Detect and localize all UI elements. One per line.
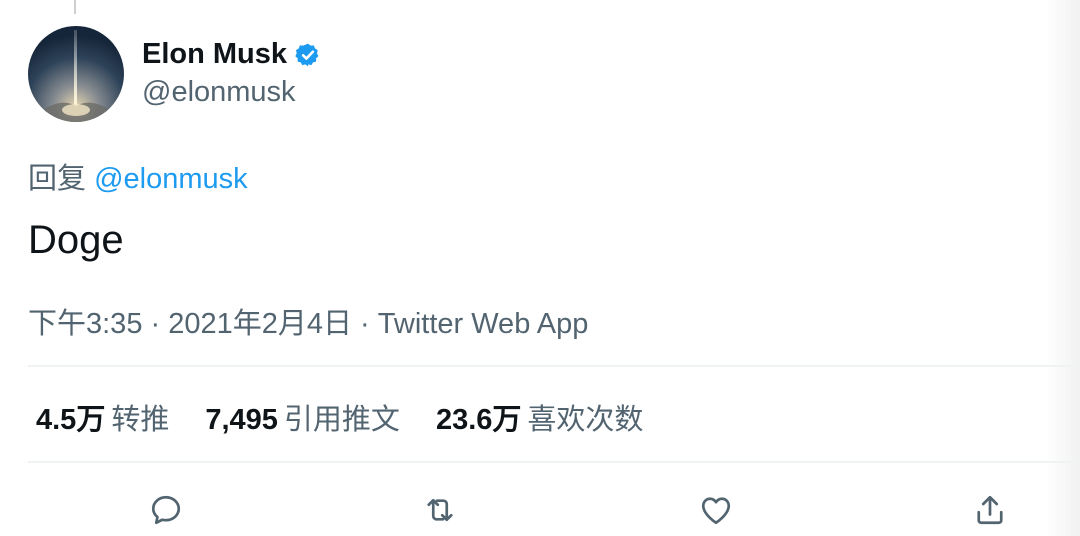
share-icon (977, 495, 1003, 525)
stat-value: 23.6万 (435, 404, 522, 436)
retweet-icon (427, 498, 453, 522)
stat-quote-tweets[interactable]: 7,495 引用推文 (205, 396, 400, 438)
stat-value: 4.5万 (36, 404, 106, 436)
verified-badge-icon (295, 43, 319, 66)
divider (28, 365, 1080, 367)
rocket-launch-avatar-icon (28, 26, 124, 122)
display-name[interactable]: Elon Musk (142, 38, 287, 71)
stat-label: 转推 (111, 404, 170, 436)
avatar[interactable] (28, 26, 124, 122)
stat-label: 喜欢次数 (527, 404, 644, 436)
reply-prefix: 回复 (28, 163, 87, 195)
tweet-metadata[interactable]: 下午3:35 · 2021年2月4日 · Twitter Web App (28, 300, 588, 342)
divider (28, 461, 1080, 463)
like-icon (701, 497, 731, 525)
reply-icon (151, 495, 181, 525)
like-button[interactable] (694, 488, 738, 532)
tweet-text: Doge (28, 218, 124, 262)
stat-value: 7,495 (205, 404, 278, 436)
window-edge-shadow (1046, 0, 1080, 536)
stat-retweets[interactable]: 4.5万 转推 (36, 396, 169, 438)
reply-button[interactable] (144, 488, 188, 532)
author-name-row[interactable]: Elon Musk (142, 38, 321, 71)
author-handle[interactable]: @elonmusk (142, 76, 296, 109)
reply-to-link[interactable]: @elonmusk (94, 163, 248, 195)
scroll-marker (74, 0, 76, 14)
engagement-stats: 4.5万 转推 7,495 引用推文 23.6万 喜欢次数 (36, 396, 679, 438)
retweet-button[interactable] (418, 488, 462, 532)
stat-likes[interactable]: 23.6万 喜欢次数 (436, 396, 643, 438)
share-button[interactable] (968, 488, 1012, 532)
reply-context: 回复 @elonmusk (28, 155, 248, 197)
stat-label: 引用推文 (283, 404, 400, 436)
